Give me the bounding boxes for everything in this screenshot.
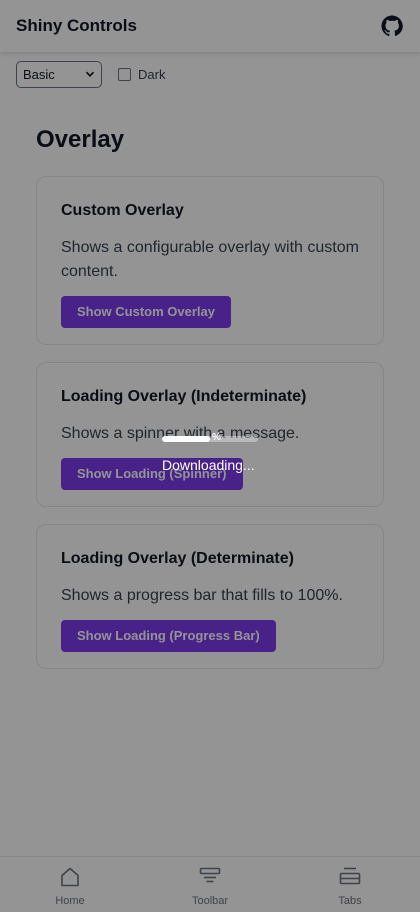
overlay-scrim[interactable] bbox=[0, 0, 420, 912]
